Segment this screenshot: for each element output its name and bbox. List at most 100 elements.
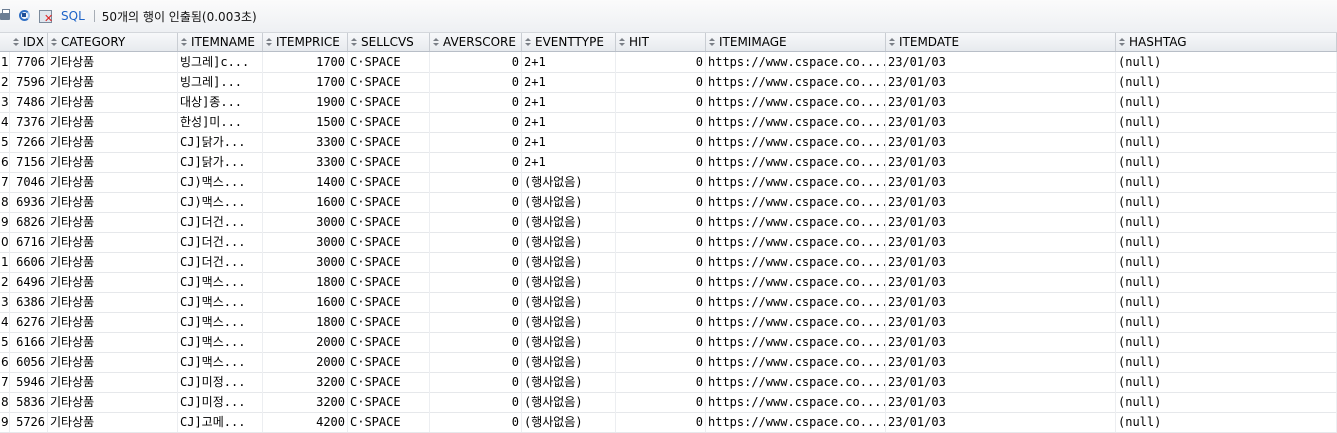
cell-cvs[interactable]: C·SPACE (348, 132, 430, 152)
cell-hit[interactable]: 0 (616, 252, 706, 272)
cell-hit[interactable]: 0 (616, 212, 706, 232)
cell-price[interactable]: 1800 (263, 272, 348, 292)
row-number[interactable]: 5 (0, 332, 10, 352)
cell-event[interactable]: (행사없음) (522, 232, 616, 252)
cell-price[interactable]: 1800 (263, 312, 348, 332)
cell-score[interactable]: 0 (430, 252, 522, 272)
cell-cvs[interactable]: C·SPACE (348, 392, 430, 412)
cell-event[interactable]: 2+1 (522, 92, 616, 112)
cell-price[interactable]: 1500 (263, 112, 348, 132)
cell-price[interactable]: 1400 (263, 172, 348, 192)
cell-event[interactable]: 2+1 (522, 152, 616, 172)
cell-hit[interactable]: 0 (616, 292, 706, 312)
print-icon[interactable] (0, 9, 14, 23)
cell-cat[interactable]: 기타상품 (48, 352, 178, 372)
cell-price[interactable]: 1900 (263, 92, 348, 112)
cell-score[interactable]: 0 (430, 412, 522, 432)
row-number[interactable]: 8 (0, 392, 10, 412)
cell-cat[interactable]: 기타상품 (48, 332, 178, 352)
cell-tag[interactable]: (null) (1116, 212, 1337, 232)
cell-img[interactable]: https://www.cspace.co.... (706, 332, 886, 352)
cell-cvs[interactable]: C·SPACE (348, 232, 430, 252)
cell-hit[interactable]: 0 (616, 332, 706, 352)
cell-score[interactable]: 0 (430, 232, 522, 252)
cell-cvs[interactable]: C·SPACE (348, 52, 430, 72)
cell-cvs[interactable]: C·SPACE (348, 332, 430, 352)
cell-date[interactable]: 23/01/03 (886, 132, 1116, 152)
cell-date[interactable]: 23/01/03 (886, 252, 1116, 272)
cell-event[interactable]: 2+1 (522, 52, 616, 72)
cell-hit[interactable]: 0 (616, 232, 706, 252)
sort-icon[interactable] (351, 38, 357, 47)
cell-date[interactable]: 23/01/03 (886, 272, 1116, 292)
cell-date[interactable]: 23/01/03 (886, 372, 1116, 392)
cell-name[interactable]: 빙그레]... (178, 72, 263, 92)
cell-date[interactable]: 23/01/03 (886, 172, 1116, 192)
cell-price[interactable]: 3000 (263, 252, 348, 272)
table-row[interactable]: 8 5836 기타상품 CJ]미정... 3200 C·SPACE 0 (행사없음) 0 http… (0, 392, 1337, 413)
cell-idx[interactable]: 5946 (10, 372, 48, 392)
row-number[interactable]: 8 (0, 192, 10, 212)
cell-score[interactable]: 0 (430, 292, 522, 312)
cell-score[interactable]: 0 (430, 132, 522, 152)
cell-date[interactable]: 23/01/03 (886, 392, 1116, 412)
cell-name[interactable]: CJ]더건... (178, 232, 263, 252)
cancel-icon[interactable]: ✕ (39, 9, 53, 24)
sort-icon[interactable] (1119, 38, 1125, 47)
column-header-sellcvs[interactable]: SELLCVS (348, 33, 430, 51)
column-header-category[interactable]: CATEGORY (48, 33, 178, 51)
cell-event[interactable]: (행사없음) (522, 192, 616, 212)
cell-event[interactable]: (행사없음) (522, 212, 616, 232)
cell-score[interactable]: 0 (430, 92, 522, 112)
cell-img[interactable]: https://www.cspace.co.... (706, 352, 886, 372)
row-number[interactable]: 5 (0, 132, 10, 152)
sort-icon[interactable] (266, 38, 272, 47)
cell-date[interactable]: 23/01/03 (886, 192, 1116, 212)
cell-idx[interactable]: 5836 (10, 392, 48, 412)
table-row[interactable]: 2 7596 기타상품 빙그레]... 1700 C·SPACE 0 2+1 0 https://… (0, 72, 1337, 93)
cell-name[interactable]: 빙그레]c... (178, 52, 263, 72)
cell-cvs[interactable]: C·SPACE (348, 92, 430, 112)
cell-hit[interactable]: 0 (616, 52, 706, 72)
cell-price[interactable]: 3000 (263, 212, 348, 232)
cell-idx[interactable]: 6166 (10, 332, 48, 352)
cell-img[interactable]: https://www.cspace.co.... (706, 92, 886, 112)
row-number[interactable]: 1 (0, 52, 10, 72)
cell-event[interactable]: 2+1 (522, 112, 616, 132)
cell-score[interactable]: 0 (430, 352, 522, 372)
cell-idx[interactable]: 7486 (10, 92, 48, 112)
column-header-itemname[interactable]: ITEMNAME (178, 33, 263, 51)
cell-score[interactable]: 0 (430, 152, 522, 172)
row-number[interactable]: 3 (0, 92, 10, 112)
cell-hit[interactable]: 0 (616, 172, 706, 192)
cell-cat[interactable]: 기타상품 (48, 252, 178, 272)
cell-price[interactable]: 1600 (263, 192, 348, 212)
cell-price[interactable]: 1700 (263, 52, 348, 72)
cell-cvs[interactable]: C·SPACE (348, 312, 430, 332)
table-row[interactable]: 6 7156 기타상품 CJ]닭가... 3300 C·SPACE 0 2+1 0 https:/… (0, 152, 1337, 173)
cell-idx[interactable]: 6496 (10, 272, 48, 292)
cell-tag[interactable]: (null) (1116, 352, 1337, 372)
cell-hit[interactable]: 0 (616, 392, 706, 412)
cell-idx[interactable]: 6056 (10, 352, 48, 372)
cell-img[interactable]: https://www.cspace.co.... (706, 192, 886, 212)
table-row[interactable]: 3 7486 기타상품 대상]종... 1900 C·SPACE 0 2+1 0 https://… (0, 92, 1337, 113)
cell-idx[interactable]: 6716 (10, 232, 48, 252)
cell-hit[interactable]: 0 (616, 372, 706, 392)
cell-name[interactable]: CJ]맥스... (178, 332, 263, 352)
cell-cat[interactable]: 기타상품 (48, 52, 178, 72)
cell-img[interactable]: https://www.cspace.co.... (706, 112, 886, 132)
cell-name[interactable]: CJ)맥스... (178, 172, 263, 192)
cell-name[interactable]: CJ]고메... (178, 412, 263, 432)
cell-name[interactable]: CJ]미정... (178, 392, 263, 412)
cell-score[interactable]: 0 (430, 72, 522, 92)
cell-event[interactable]: (행사없음) (522, 272, 616, 292)
cell-date[interactable]: 23/01/03 (886, 292, 1116, 312)
cell-cat[interactable]: 기타상품 (48, 312, 178, 332)
cell-cat[interactable]: 기타상품 (48, 212, 178, 232)
table-row[interactable]: 1 6606 기타상품 CJ]더건... 3000 C·SPACE 0 (행사없음) 0 http… (0, 252, 1337, 273)
sql-button[interactable]: SQL (61, 9, 85, 23)
cell-score[interactable]: 0 (430, 392, 522, 412)
cell-event[interactable]: (행사없음) (522, 392, 616, 412)
cell-tag[interactable]: (null) (1116, 192, 1337, 212)
